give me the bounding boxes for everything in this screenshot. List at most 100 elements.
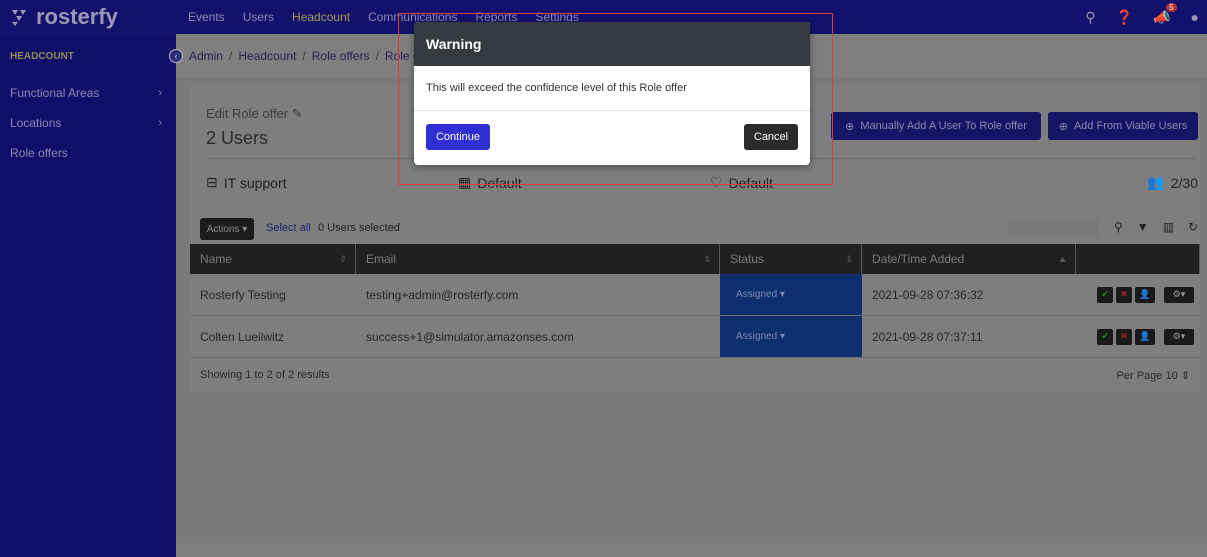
column-label: Date/Time Added <box>872 252 965 266</box>
filter-icon[interactable]: ▼ <box>1137 220 1149 234</box>
warning-modal: Warning This will exceed the confidence … <box>414 22 810 165</box>
table-row: Rosterfy Testing testing+admin@rosterfy.… <box>190 274 1200 316</box>
refresh-icon[interactable]: ↻ <box>1188 220 1198 234</box>
chevron-right-icon: › <box>158 87 162 99</box>
table-header: Name ⇕ Email ⇕ Status ⇕ Date/Time Added ▲ <box>190 244 1200 274</box>
brand-name: rosterfy <box>36 4 118 29</box>
users-count: 2 Users <box>206 128 269 148</box>
plus-circle-icon: ⊕ <box>845 120 855 133</box>
modal-message: This will exceed the confidence level of… <box>414 66 810 111</box>
page-footer <box>176 543 1207 557</box>
table-row: Colten Lueilwitz success+1@simulator.ama… <box>190 316 1200 358</box>
search-input[interactable] <box>1008 218 1098 238</box>
sort-icon: ⇕ <box>845 253 853 264</box>
rosterfy-logo-icon <box>12 10 26 26</box>
table-tools: ⚲ ▼ ▥ ↻ <box>1114 220 1198 234</box>
edit-icon: ✎ <box>291 106 303 121</box>
column-header-date-added[interactable]: Date/Time Added ▲ <box>862 244 1076 274</box>
breadcrumb-role-offers[interactable]: Role offers <box>312 49 370 63</box>
sidebar-item-label: Locations <box>10 116 62 130</box>
help-icon[interactable]: ❓ <box>1116 9 1133 26</box>
modal-title: Warning <box>414 22 810 66</box>
selected-count: 0 Users selected <box>318 222 400 234</box>
sort-icon: ⇕ <box>703 253 711 264</box>
manual-add-user-button[interactable]: ⊕ Manually Add A User To Role offer <box>831 112 1041 140</box>
nav-item-users[interactable]: Users <box>243 10 274 24</box>
cell-email: success+1@simulator.amazonses.com <box>366 329 574 344</box>
search-icon[interactable]: ⚲ <box>1114 220 1123 234</box>
sidebar-item-functional-areas[interactable]: Functional Areas › <box>0 78 176 108</box>
capacity-value: 2/30 <box>1170 174 1198 191</box>
chevron-right-icon: › <box>158 117 162 129</box>
sidebar-heading: HEADCOUNT <box>10 50 74 62</box>
cell-date-added: 2021-09-28 07:37:11 <box>872 329 983 344</box>
modal-footer: Continue Cancel <box>414 111 810 165</box>
breadcrumb-separator: / <box>375 49 379 63</box>
sort-asc-icon: ▲ <box>1058 254 1067 264</box>
column-header-actions <box>1076 244 1200 274</box>
row-actions: ✔ ✖ 👤 ⚙▾ <box>1076 316 1200 357</box>
gear-dropdown-icon[interactable]: ⚙▾ <box>1164 328 1194 345</box>
cell-email: testing+admin@rosterfy.com <box>366 287 519 302</box>
gear-dropdown-icon[interactable]: ⚙▾ <box>1164 286 1194 303</box>
manual-add-user-label: Manually Add A User To Role offer <box>860 120 1027 132</box>
select-all-link[interactable]: Select all <box>266 222 311 234</box>
edit-role-offer-label: Edit Role offer <box>206 106 289 121</box>
briefcase-icon: ⊟ <box>206 174 218 190</box>
nav-item-headcount[interactable]: Headcount <box>292 10 350 24</box>
users-table: Name ⇕ Email ⇕ Status ⇕ Date/Time Added ▲ Ro… <box>190 244 1200 392</box>
column-header-email[interactable]: Email ⇕ <box>356 244 720 274</box>
table-footer: Showing 1 to 2 of 2 results Per Page 10 … <box>190 358 1200 392</box>
reject-icon[interactable]: ✖ <box>1116 328 1132 345</box>
breadcrumb-headcount[interactable]: Headcount <box>238 49 296 63</box>
users-icon: 👥 <box>1147 174 1165 190</box>
collapse-sidebar-icon[interactable]: ‹ <box>169 49 183 63</box>
status-dropdown[interactable]: Assigned ▾ <box>720 274 862 315</box>
column-label: Email <box>366 252 397 266</box>
approve-icon[interactable]: ✔ <box>1097 286 1113 303</box>
approve-icon[interactable]: ✔ <box>1097 328 1113 345</box>
reject-icon[interactable]: ✖ <box>1116 286 1132 303</box>
sidebar-item-role-offers[interactable]: Role offers <box>0 138 176 168</box>
breadcrumb-separator: / <box>229 49 233 63</box>
table-toolbar: Actions ▾ Select all 0 Users selected ⚲ … <box>200 216 1200 240</box>
plus-circle-icon: ⊕ <box>1058 120 1068 133</box>
columns-icon[interactable]: ▥ <box>1163 220 1174 234</box>
per-page-value: 10 <box>1165 369 1178 382</box>
sidebar-item-locations[interactable]: Locations › <box>0 108 176 138</box>
updown-icon: ⇕ <box>1180 369 1190 382</box>
per-page-select[interactable]: Per Page 10 ⇕ <box>1117 369 1190 382</box>
column-header-status[interactable]: Status ⇕ <box>720 244 862 274</box>
top-icons: ⚲ ❓ 📣 5 ● <box>1085 0 1207 34</box>
megaphone-icon[interactable]: 📣 5 <box>1153 2 1177 26</box>
column-label: Name <box>200 252 233 266</box>
breadcrumb: Admin / Headcount / Role offers / Role o <box>189 49 420 63</box>
sidebar-item-label: Functional Areas <box>10 86 100 100</box>
column-label: Status <box>730 252 765 266</box>
breadcrumb-separator: / <box>302 49 306 63</box>
add-from-viable-users-button[interactable]: ⊕ Add From Viable Users <box>1048 112 1198 140</box>
status-dropdown[interactable]: Assigned ▾ <box>720 316 862 357</box>
search-icon[interactable]: ⚲ <box>1085 9 1095 26</box>
edit-role-offer-link[interactable]: Edit Role offer ✎ <box>206 106 303 122</box>
row-actions: ✔ ✖ 👤 ⚙▾ <box>1076 274 1200 315</box>
add-viable-label: Add From Viable Users <box>1073 120 1188 132</box>
continue-button[interactable]: Continue <box>426 124 490 150</box>
cell-name: Rosterfy Testing <box>200 287 286 302</box>
notification-badge: 5 <box>1166 2 1177 12</box>
brand-logo[interactable]: rosterfy <box>8 4 118 30</box>
results-summary: Showing 1 to 2 of 2 results <box>200 369 330 381</box>
breadcrumb-admin[interactable]: Admin <box>189 49 223 63</box>
sort-icon: ⇕ <box>339 253 347 264</box>
user-profile-icon[interactable]: 👤 <box>1135 286 1155 303</box>
cell-name: Colten Lueilwitz <box>200 329 285 344</box>
actions-dropdown[interactable]: Actions ▾ <box>200 218 254 240</box>
cancel-button[interactable]: Cancel <box>744 124 798 150</box>
cell-date-added: 2021-09-28 07:36:32 <box>872 287 984 302</box>
column-header-name[interactable]: Name ⇕ <box>190 244 356 274</box>
functional-area-info: ⊟ IT support <box>206 174 287 191</box>
per-page-label: Per Page <box>1116 369 1163 382</box>
nav-item-events[interactable]: Events <box>188 10 225 24</box>
user-icon[interactable]: ● <box>1191 9 1199 25</box>
user-profile-icon[interactable]: 👤 <box>1135 328 1155 345</box>
